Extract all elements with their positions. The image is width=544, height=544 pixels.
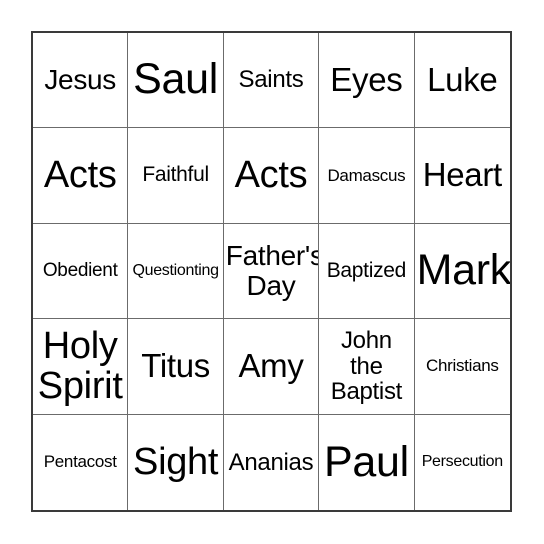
bingo-cell-label: Damascus xyxy=(327,165,406,185)
bingo-cell[interactable]: Luke xyxy=(414,33,510,129)
bingo-cell[interactable]: Faithful xyxy=(128,128,224,224)
bingo-cell[interactable]: Questionting xyxy=(128,223,224,320)
bingo-cell[interactable]: Paul xyxy=(319,414,415,510)
bingo-cell-label: Christians xyxy=(426,356,499,376)
bingo-cell[interactable]: Christians xyxy=(414,319,510,415)
bingo-cell-label: Baptized xyxy=(326,258,407,282)
bingo-cell[interactable]: Baptized xyxy=(319,223,415,320)
bingo-cell-label: Questionting xyxy=(132,261,219,279)
bingo-cell[interactable]: Mark xyxy=(414,223,510,320)
bingo-cell[interactable]: Ananias xyxy=(223,414,320,510)
bingo-cell-label: Eyes xyxy=(330,60,403,98)
bingo-cell[interactable]: Father's Day xyxy=(223,223,320,320)
bingo-cell-label: Mark xyxy=(416,246,510,295)
bingo-cell-label: Titus xyxy=(141,346,210,384)
bingo-cell[interactable]: Acts xyxy=(223,128,320,224)
bingo-cell[interactable]: Eyes xyxy=(319,33,415,129)
bingo-cell[interactable]: Holy Spirit xyxy=(33,319,129,415)
bingo-cell[interactable]: Amy xyxy=(223,319,320,415)
bingo-cell[interactable]: Damascus xyxy=(319,128,415,224)
bingo-cell[interactable]: Jesus xyxy=(33,33,129,129)
bingo-cell[interactable]: Saints xyxy=(223,33,320,129)
bingo-cell-label: Luke xyxy=(427,60,498,98)
bingo-cell[interactable]: Pentacost xyxy=(33,414,129,510)
bingo-cell-label: Holy Spirit xyxy=(37,325,123,408)
bingo-card-grid: Jesus Saul Saints Eyes Luke Acts Faithful Acts D… xyxy=(31,31,512,512)
bingo-cell-label: Pentacost xyxy=(43,452,117,472)
bingo-cell-label: John the Baptist xyxy=(330,327,403,406)
bingo-cell[interactable]: Acts xyxy=(33,128,129,224)
bingo-cell-label: Obedient xyxy=(42,259,118,281)
bingo-cell-label: Saints xyxy=(238,66,304,94)
bingo-cell-label: Amy xyxy=(238,346,304,384)
bingo-cell-label: Faithful xyxy=(142,163,209,187)
bingo-cell-label: Jesus xyxy=(44,64,117,96)
bingo-cell[interactable]: Obedient xyxy=(33,223,129,320)
bingo-cell-label: Paul xyxy=(323,437,409,486)
bingo-cell-label: Acts xyxy=(43,154,117,197)
bingo-cell-label: Sight xyxy=(133,441,219,484)
bingo-cell[interactable]: Saul xyxy=(128,33,224,129)
bingo-cell[interactable]: Heart xyxy=(414,128,510,224)
bingo-cell-label: Father's Day xyxy=(225,240,320,301)
bingo-cell[interactable]: Sight xyxy=(128,414,224,510)
bingo-cell[interactable]: Persecution xyxy=(414,414,510,510)
bingo-cell-label: Persecution xyxy=(421,452,504,470)
bingo-cell[interactable]: John the Baptist xyxy=(319,319,415,415)
bingo-cell[interactable]: Titus xyxy=(128,319,224,415)
bingo-cell-label: Saul xyxy=(133,55,219,104)
bingo-cell-label: Acts xyxy=(234,154,308,197)
bingo-cell-label: Heart xyxy=(422,156,503,194)
bingo-cell-label: Ananias xyxy=(228,448,314,476)
